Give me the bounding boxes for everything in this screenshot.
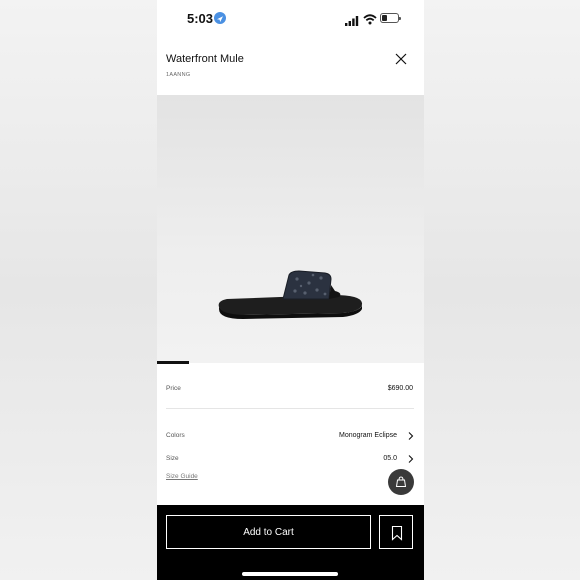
add-to-cart-button[interactable]: Add to Cart bbox=[166, 515, 371, 549]
product-title: Waterfront Mule bbox=[166, 53, 244, 65]
size-value: 05.0 bbox=[383, 455, 397, 462]
bottom-action-bar: Add to Cart bbox=[157, 505, 424, 580]
carousel-indicator bbox=[157, 361, 189, 364]
bookmark-icon bbox=[391, 525, 403, 541]
close-button[interactable] bbox=[393, 51, 409, 67]
wifi-icon bbox=[363, 12, 377, 30]
shopping-bag-icon bbox=[395, 476, 407, 487]
price-label: Price bbox=[166, 385, 181, 392]
wishlist-button[interactable] bbox=[379, 515, 413, 549]
close-icon bbox=[395, 53, 407, 65]
battery-icon bbox=[380, 13, 401, 23]
status-time: 5:03 bbox=[187, 11, 214, 26]
chevron-right-icon bbox=[408, 455, 414, 463]
colors-row[interactable]: Colors Monogram Eclipse bbox=[157, 426, 424, 446]
size-guide-link[interactable]: Size Guide bbox=[166, 473, 198, 480]
price-value: $690.00 bbox=[387, 385, 413, 392]
home-indicator[interactable] bbox=[242, 572, 338, 576]
product-image-carousel[interactable] bbox=[157, 95, 424, 363]
battery-fill bbox=[382, 15, 387, 21]
cellular-signal-icon bbox=[345, 13, 359, 31]
size-row[interactable]: Size 05.0 bbox=[157, 450, 424, 470]
colors-value: Monogram Eclipse bbox=[339, 432, 397, 439]
status-bar: 5:03 bbox=[157, 0, 424, 36]
colors-label: Colors bbox=[166, 432, 185, 439]
location-arrow-icon bbox=[214, 12, 226, 24]
product-image bbox=[218, 270, 363, 319]
divider bbox=[166, 408, 414, 409]
phone-screen: 5:03 Waterfront Mule 1AANNG Price $690.0… bbox=[157, 0, 424, 580]
shopping-bag-button[interactable] bbox=[388, 469, 414, 495]
background-left bbox=[0, 0, 157, 580]
background-right bbox=[424, 0, 580, 580]
chevron-right-icon bbox=[408, 432, 414, 440]
size-label: Size bbox=[166, 455, 179, 462]
product-sku: 1AANNG bbox=[166, 72, 191, 78]
